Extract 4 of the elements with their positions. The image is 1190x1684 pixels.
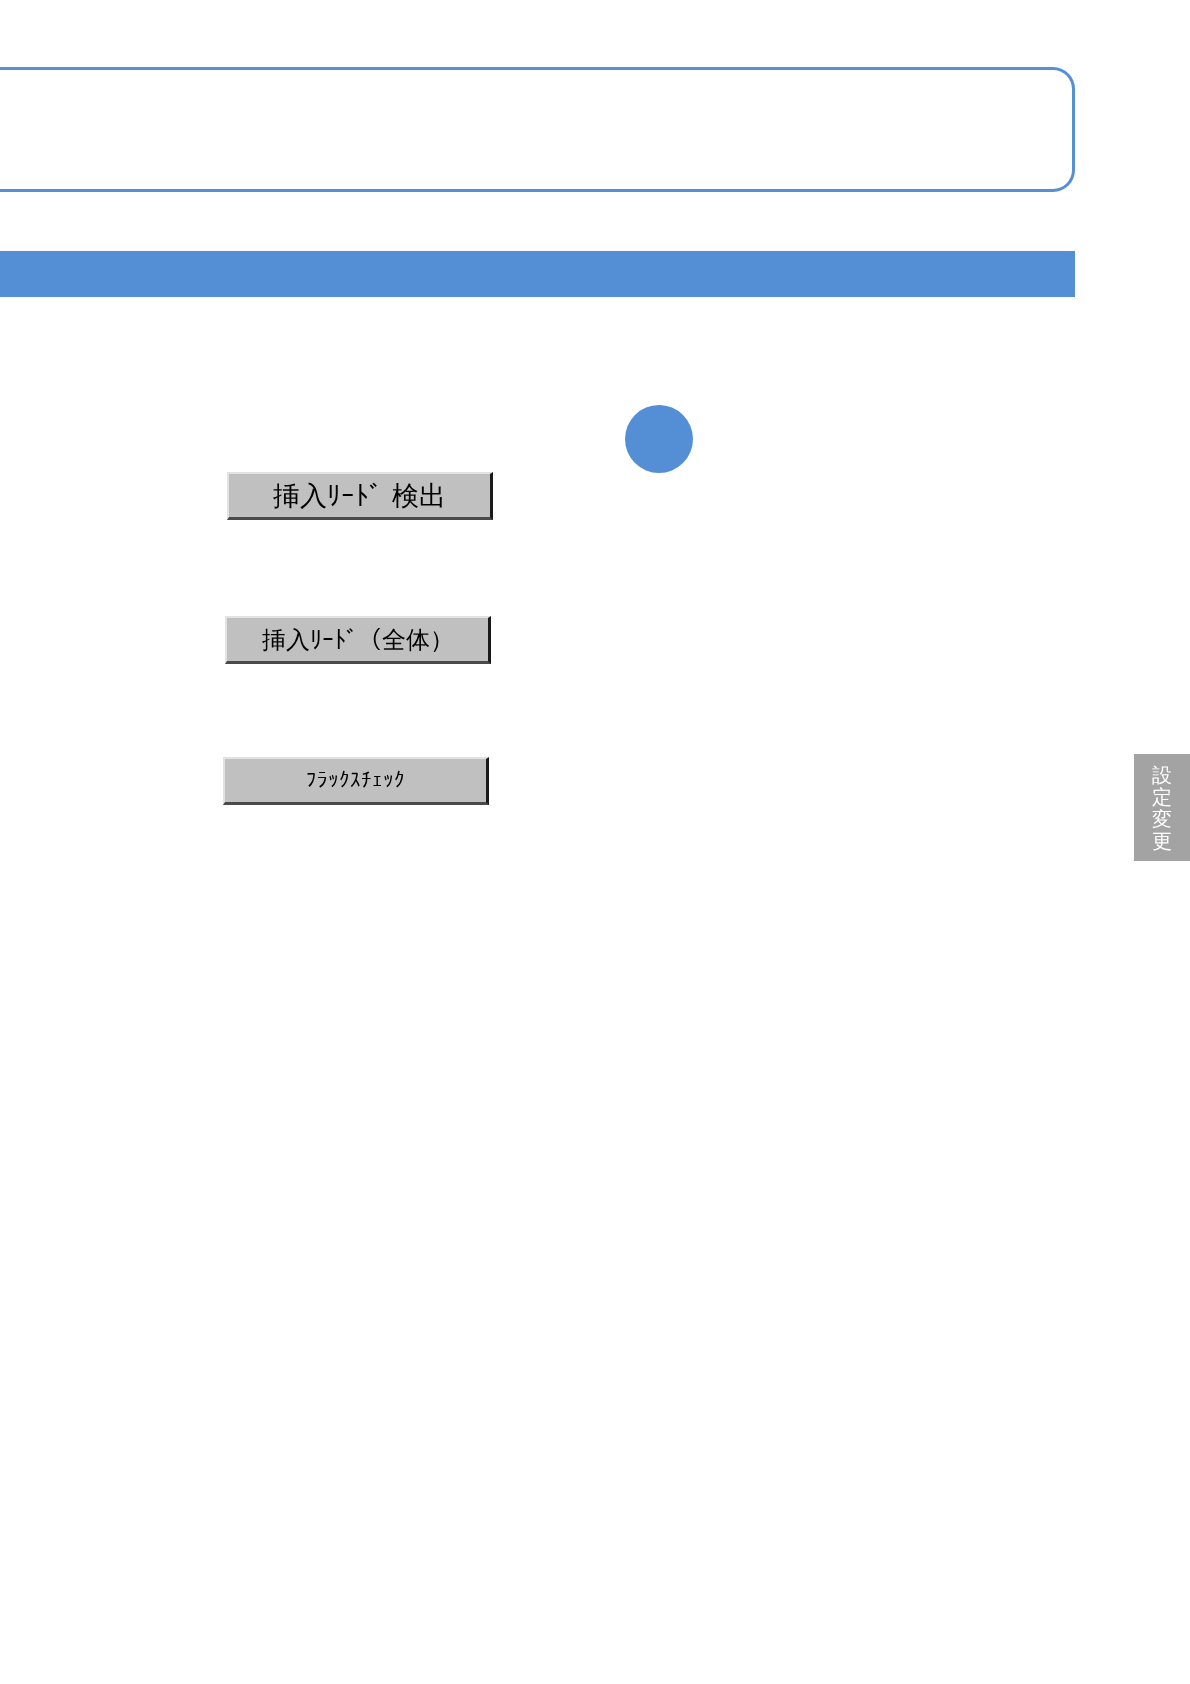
toolbar-button[interactable]: ﾌﾗｯｸｽﾁｪｯｸ: [223, 757, 489, 805]
circle-icon: [625, 405, 693, 473]
toolbar-button[interactable]: 挿入ﾘｰﾄﾞ 検出: [227, 472, 493, 520]
toolbar-button[interactable]: 挿入ﾘｰﾄﾞ（全体）: [225, 616, 491, 664]
